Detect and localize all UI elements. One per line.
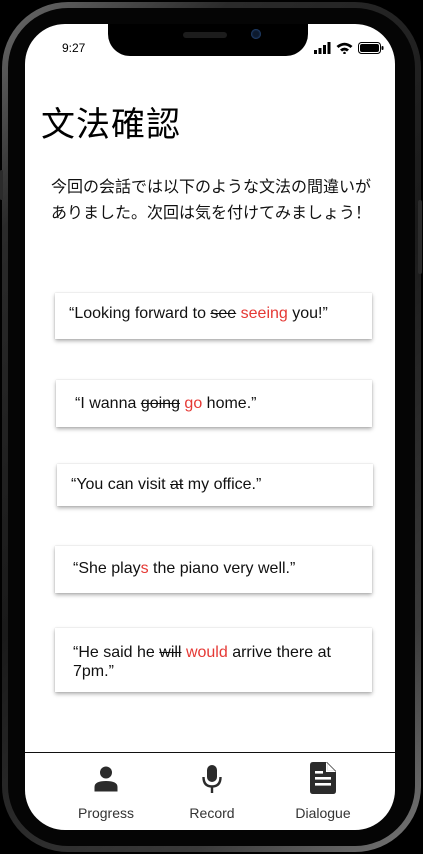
person-icon [94, 766, 118, 792]
nav-label: Record [189, 805, 235, 821]
power-button [418, 200, 422, 274]
nav-label: Progress [77, 805, 135, 821]
sentence-text: “He said he [73, 644, 160, 661]
document-icon [310, 762, 336, 794]
sentence-text: “I wanna [75, 395, 141, 412]
corrected-word: would [185, 644, 228, 661]
sentence-text: home.” [202, 395, 257, 412]
nav-item-progress[interactable]: Progress [46, 754, 166, 830]
correction-card: “He said he will would arrive there at 7… [55, 628, 372, 692]
corrected-word: go [184, 395, 203, 412]
sentence-text: you!” [287, 305, 328, 322]
wrong-word: will [159, 644, 182, 661]
corrected-letter: s [140, 560, 149, 577]
correction-sentence: “I wanna going go home.” [75, 394, 364, 413]
microphone-icon [202, 765, 222, 793]
nav-item-record[interactable]: Record [152, 754, 272, 830]
bottom-nav-divider [25, 752, 395, 753]
wrong-word: see [210, 305, 237, 322]
correction-sentence: “She plays the piano very well.” [73, 559, 364, 578]
sentence-text: “You can visit [71, 476, 171, 493]
correction-card: “You can visit at my office.” [57, 464, 373, 506]
speaker-grille [183, 32, 227, 38]
intro-text: 今回の会話では以下のような文法の間違いがありました。次回は気を付けてみましょう！ [50, 177, 371, 222]
signal-icon [314, 42, 331, 54]
correction-sentence: “You can visit at my office.” [71, 475, 365, 494]
correction-sentence: “He said he will would arrive there at 7… [73, 643, 356, 681]
sentence-text: “Looking forward to [69, 305, 211, 322]
correction-card: “Looking forward to see seeing you!” [55, 293, 372, 339]
status-icons [314, 42, 384, 54]
correction-card: “She plays the piano very well.” [55, 546, 372, 593]
wrong-word: at [170, 476, 184, 493]
status-time: 9:27 [62, 41, 86, 55]
screen: 9:27 文法確認 今回の会話では以下のような文法の間違いがありました。次回は気… [25, 24, 395, 830]
correction-sentence: “Looking forward to see seeing you!” [69, 304, 364, 323]
nav-label: Dialogue [295, 805, 351, 821]
sentence-text: “She play [73, 560, 141, 577]
front-camera [251, 29, 261, 39]
battery-icon [358, 42, 384, 54]
wrong-word: going [140, 395, 180, 412]
corrected-word: seeing [240, 305, 288, 322]
page-title: 文法確認 [41, 105, 181, 145]
volume-button [0, 170, 3, 200]
nav-item-dialogue[interactable]: Dialogue [263, 754, 383, 830]
wifi-icon [336, 42, 353, 54]
notch [108, 24, 308, 56]
sentence-text: the piano very well.” [148, 560, 296, 577]
sentence-text: my office.” [183, 476, 262, 493]
correction-card: “I wanna going go home.” [56, 380, 372, 427]
